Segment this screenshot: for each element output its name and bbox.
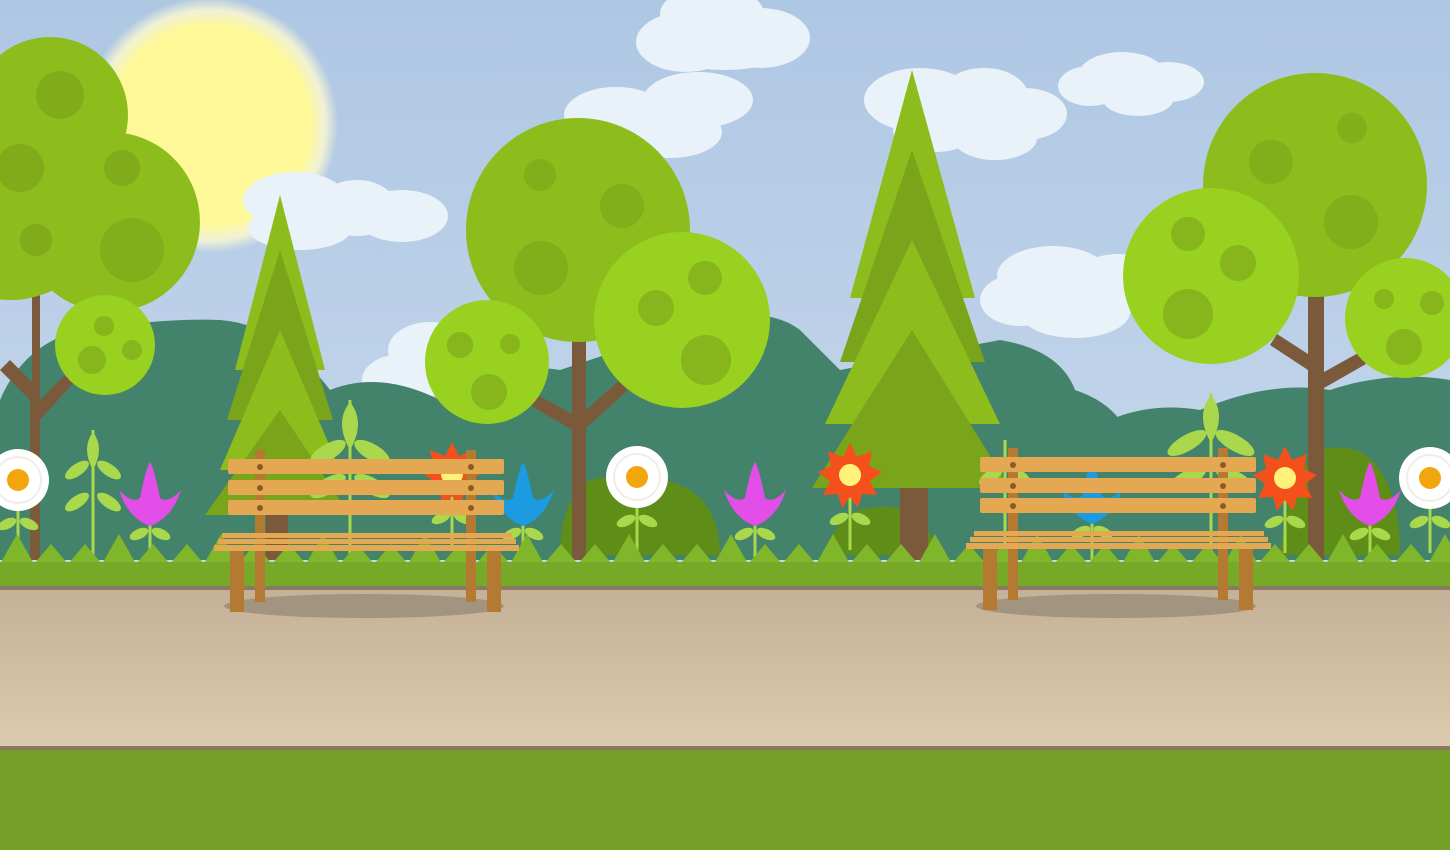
grass-strip bbox=[0, 562, 1450, 586]
park-illustration bbox=[0, 0, 1450, 850]
path-edge-bottom bbox=[0, 746, 1450, 750]
path-edge-top bbox=[0, 586, 1450, 590]
park-scene bbox=[0, 0, 1450, 850]
walkway bbox=[0, 590, 1450, 748]
lawn bbox=[0, 750, 1450, 850]
